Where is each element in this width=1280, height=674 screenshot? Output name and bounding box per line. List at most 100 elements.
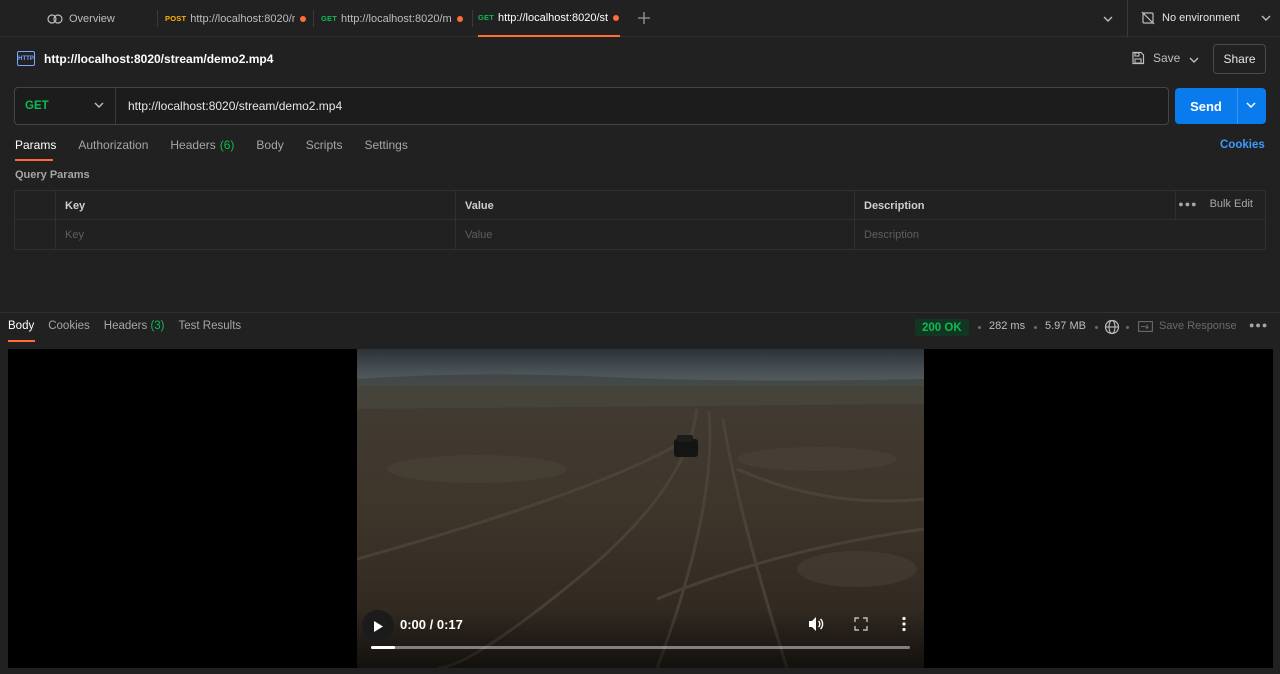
save-label: Save	[1153, 51, 1181, 65]
meta-separator	[1126, 326, 1129, 329]
chevron-down-icon[interactable]	[1245, 100, 1257, 110]
volume-icon	[809, 617, 824, 631]
column-header-description: Description	[854, 191, 1175, 220]
tab-params[interactable]: Params	[15, 138, 56, 158]
send-button[interactable]: Send	[1175, 88, 1266, 124]
response-tab-cookies-label: Cookies	[48, 320, 90, 332]
response-divider[interactable]	[0, 312, 1280, 313]
description-input[interactable]: Description	[854, 220, 1265, 249]
overview-icon	[47, 13, 63, 24]
method-value: GET	[25, 100, 49, 112]
play-icon	[374, 620, 383, 632]
tab-scripts[interactable]: Scripts	[306, 138, 343, 158]
send-divider	[1237, 88, 1238, 124]
tab-bar: Overview POST http://localhost:8020/r GE…	[0, 0, 1280, 37]
tab-separator	[1127, 0, 1128, 37]
share-button[interactable]: Share	[1213, 44, 1266, 74]
save-button[interactable]: Save	[1131, 51, 1180, 65]
response-headers-count: (3)	[150, 320, 165, 332]
table-row: Key Value Description	[15, 220, 1265, 249]
unsaved-dot-icon	[456, 15, 463, 22]
column-header-value: Value	[455, 191, 854, 220]
tab-method: GET	[478, 13, 495, 22]
more-options-icon[interactable]: ●●●	[1178, 199, 1197, 209]
bulk-edit-label: Bulk Edit	[1209, 198, 1253, 210]
video-player[interactable]: 0:00 / 0:17	[357, 349, 924, 668]
tab-method: POST	[165, 14, 187, 23]
chevron-down-icon	[94, 102, 104, 108]
response-tab-body-label: Body	[8, 320, 35, 332]
environment-selector[interactable]: No environment	[1141, 11, 1272, 25]
tab-request-get-active[interactable]: GET http://localhost:8020/st	[478, 0, 620, 37]
environment-label: No environment	[1162, 12, 1240, 24]
tab-body[interactable]: Body	[256, 138, 283, 158]
tab-authorization-label: Authorization	[78, 138, 149, 152]
network-globe-icon[interactable]	[1104, 319, 1120, 338]
bulk-edit-button[interactable]: ●●● Bulk Edit	[1178, 198, 1253, 210]
no-environment-icon	[1141, 11, 1155, 25]
tab-scripts-label: Scripts	[305, 138, 343, 152]
tab-method: GET	[321, 14, 338, 23]
save-response-label: Save Response	[1159, 320, 1237, 332]
status-badge[interactable]: 200 OK	[915, 319, 969, 336]
save-response-button[interactable]: Save Response	[1138, 320, 1237, 332]
tab-separator	[157, 10, 158, 27]
response-tab-body[interactable]: Body	[8, 320, 34, 332]
tab-headers[interactable]: Headers (6)	[170, 138, 234, 158]
cookies-link[interactable]: Cookies	[1220, 139, 1265, 151]
chevron-down-icon	[1189, 57, 1199, 63]
tab-settings[interactable]: Settings	[364, 138, 407, 158]
video-progress-bar[interactable]	[371, 646, 910, 649]
tab-request-post[interactable]: POST http://localhost:8020/r	[165, 0, 310, 37]
globe-icon	[1104, 319, 1120, 335]
request-title[interactable]: http://localhost:8020/stream/demo2.mp4	[44, 52, 273, 66]
meta-separator	[978, 326, 981, 329]
response-time[interactable]: 282 ms	[989, 320, 1025, 332]
chevron-down-icon	[1261, 15, 1271, 21]
new-tab-button[interactable]	[637, 11, 651, 28]
response-tab-headers[interactable]: Headers (3)	[104, 320, 165, 332]
tab-overview-label: Overview	[69, 12, 115, 25]
tab-headers-label: Headers	[170, 138, 216, 152]
unsaved-dot-icon	[300, 15, 307, 22]
tab-body-label: Body	[256, 138, 284, 152]
request-tabs: Params Authorization Headers (6) Body Sc…	[15, 138, 430, 158]
video-progress-fill	[371, 646, 396, 649]
tab-request-get-m[interactable]: GET http://localhost:8020/m	[321, 0, 469, 37]
video-more-options-button[interactable]	[895, 615, 913, 636]
fullscreen-button[interactable]	[852, 615, 870, 636]
save-options-button[interactable]	[1188, 54, 1200, 68]
http-request-icon: HTTP	[17, 51, 35, 66]
plus-icon	[638, 12, 650, 24]
response-tab-cookies[interactable]: Cookies	[48, 320, 90, 332]
play-button[interactable]	[362, 610, 394, 642]
save-response-icon	[1138, 320, 1153, 332]
response-tabs: Body Cookies Headers (3) Test Results	[8, 320, 255, 332]
response-more-options-icon[interactable]: ●●●	[1249, 320, 1268, 330]
send-label: Send	[1190, 98, 1222, 114]
tab-separator	[472, 10, 473, 27]
url-input[interactable]: http://localhost:8020/stream/demo2.mp4	[128, 99, 342, 113]
tab-separator	[313, 10, 314, 27]
volume-button[interactable]	[807, 615, 825, 636]
chevron-down-icon	[1103, 16, 1113, 22]
response-tab-test-results-label: Test Results	[178, 320, 242, 332]
http-icon-text: HTTP	[18, 55, 34, 62]
response-tab-test-results[interactable]: Test Results	[179, 320, 242, 332]
value-input[interactable]: Value	[455, 220, 854, 249]
column-header-key: Key	[55, 191, 455, 220]
meta-separator	[1095, 326, 1098, 329]
tab-settings-label: Settings	[364, 138, 408, 152]
meta-separator	[1034, 326, 1037, 329]
response-body-viewer: 0:00 / 0:17	[8, 349, 1273, 668]
key-input[interactable]: Key	[55, 220, 455, 249]
headers-count: (6)	[219, 138, 235, 152]
response-tab-headers-label: Headers	[103, 320, 148, 332]
unsaved-dot-icon	[613, 14, 620, 21]
tab-authorization[interactable]: Authorization	[78, 138, 148, 158]
tabs-dropdown-button[interactable]	[1102, 13, 1114, 27]
url-bar: GET http://localhost:8020/stream/demo2.m…	[14, 87, 1169, 125]
tab-overview[interactable]: Overview	[47, 0, 157, 37]
response-size[interactable]: 5.97 MB	[1045, 320, 1086, 332]
method-select[interactable]: GET	[15, 88, 116, 124]
